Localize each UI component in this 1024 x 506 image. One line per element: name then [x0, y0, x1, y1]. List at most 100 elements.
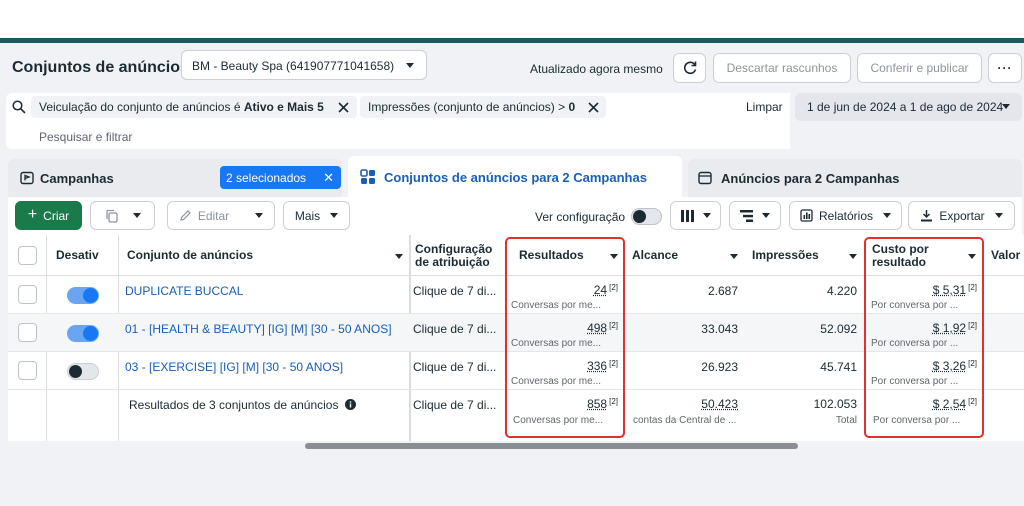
chevron-down-icon — [702, 213, 711, 218]
row-checkbox[interactable] — [18, 285, 37, 304]
summary-attribution: Clique de 7 di... — [413, 398, 497, 412]
more-actions-label: Mais — [294, 208, 321, 223]
impressions-cell: 4.220 — [826, 284, 857, 298]
tab-ads-label: Anúncios para 2 Campanhas — [721, 171, 900, 186]
export-button[interactable]: Exportar — [908, 201, 1015, 230]
impressions-cell: 45.741 — [820, 360, 857, 374]
grid-icon — [360, 169, 375, 184]
reports-button-label: Relatórios — [818, 208, 874, 223]
row-toggle[interactable] — [67, 287, 99, 304]
search-input[interactable]: Pesquisar e filtrar — [39, 130, 132, 144]
discard-drafts-button[interactable]: Descartar rascunhos — [713, 53, 851, 83]
filter-chip-delivery-prefix: Veiculação do conjunto de anúncios é — [39, 100, 244, 114]
chevron-down-icon[interactable] — [730, 254, 738, 259]
filter-chip-impressions[interactable]: Impressões (conjunto de anúncios) > 0 — [360, 96, 606, 118]
edit-button[interactable]: Editar — [167, 201, 275, 230]
columns-icon — [680, 209, 694, 222]
impressions-cell: 52.092 — [820, 322, 857, 336]
close-icon[interactable]: ✕ — [323, 170, 334, 186]
report-icon — [800, 209, 813, 222]
date-range-picker[interactable]: 1 de jun de 2024 a 1 de ago de 2024 — [795, 93, 1022, 121]
info-icon[interactable] — [344, 399, 356, 410]
row-toggle[interactable] — [67, 325, 99, 342]
selected-badge[interactable]: 2 selecionados ✕ — [220, 166, 341, 189]
filter-bar: Veiculação do conjunto de anúncios é Ati… — [6, 93, 790, 149]
close-icon[interactable] — [338, 102, 349, 113]
chevron-down-icon — [330, 213, 339, 218]
row-checkbox[interactable] — [18, 361, 37, 380]
view-config-label: Ver configuração — [535, 210, 626, 224]
plus-icon: + — [27, 205, 38, 223]
tab-adsets-label: Conjuntos de anúncios para 2 Campanhas — [384, 170, 647, 185]
horizontal-scrollbar[interactable] — [305, 443, 798, 449]
view-config-toggle[interactable] — [631, 208, 662, 225]
reach-cell: 26.923 — [701, 360, 738, 374]
date-range-label: 1 de jun de 2024 a 1 de ago de 2024 — [807, 100, 1004, 114]
select-all-checkbox[interactable] — [18, 246, 37, 265]
pencil-icon — [180, 210, 191, 221]
top-strip — [0, 0, 1024, 38]
account-select-label: BM - Beauty Spa (641907771041658) — [192, 59, 395, 73]
chevron-down-icon[interactable] — [395, 254, 403, 259]
attribution-cell: Clique de 7 di... — [413, 322, 497, 336]
toggle-knob — [83, 288, 98, 303]
summary-label: Resultados de 3 conjuntos de anúncios — [129, 398, 356, 412]
chevron-down-icon — [132, 213, 141, 218]
copy-icon — [105, 209, 118, 223]
filter-chip-delivery[interactable]: Veiculação do conjunto de anúncios é Ati… — [31, 96, 357, 118]
summary-reach: 50.423 — [632, 397, 738, 411]
column-header-reach[interactable]: Alcance — [632, 249, 678, 262]
chevron-down-icon — [883, 213, 892, 218]
refresh-button[interactable] — [673, 53, 706, 83]
toggle-knob — [633, 210, 646, 223]
attribution-cell: Clique de 7 di... — [413, 360, 497, 374]
review-publish-button[interactable]: Conferir e publicar — [857, 53, 982, 83]
column-header-impressions[interactable]: Impressões — [752, 249, 819, 262]
column-header-attribution[interactable]: Configuração de atribuição — [415, 243, 505, 269]
column-header-toggle[interactable]: Desativ — [56, 249, 99, 262]
clear-filters-link[interactable]: Limpar — [746, 100, 783, 114]
row-toggle[interactable] — [67, 363, 99, 380]
highlight-box-cost — [864, 237, 984, 438]
breakdown-icon — [740, 209, 753, 222]
summary-impressions: 102.053 — [813, 397, 857, 411]
summary-reach-value: 50.423 — [701, 397, 738, 411]
export-button-label: Exportar — [939, 208, 985, 223]
adset-name-link[interactable]: DUPLICATE BUCCAL — [125, 284, 243, 298]
row-checkbox[interactable] — [18, 323, 37, 342]
tab-ads[interactable]: Anúncios para 2 Campanhas — [688, 159, 1022, 197]
summary-label-text: Resultados de 3 conjuntos de anúncios — [129, 398, 339, 412]
reach-cell: 2.687 — [707, 284, 738, 298]
folder-flag-icon — [20, 171, 34, 185]
tab-campaigns-label: Campanhas — [40, 171, 114, 186]
create-button-label: Criar — [43, 208, 70, 223]
chevron-down-icon — [406, 63, 414, 68]
more-actions-button[interactable]: Mais — [283, 201, 350, 230]
column-header-name[interactable]: Conjunto de anúncios — [127, 249, 253, 262]
chevron-down-icon — [1002, 104, 1010, 109]
page-title: Conjuntos de anúncios — [12, 59, 189, 76]
tab-campaigns[interactable]: Campanhas 2 selecionados ✕ — [8, 159, 342, 197]
chevron-down-icon[interactable] — [849, 254, 857, 259]
account-select[interactable]: BM - Beauty Spa (641907771041658) — [181, 50, 427, 80]
updated-status: Atualizado agora mesmo — [530, 62, 663, 76]
download-icon — [921, 210, 933, 222]
chevron-down-icon — [255, 213, 264, 218]
adset-name-link[interactable]: 01 - [HEALTH & BEAUTY] [IG] [M] [30 - 50… — [125, 322, 392, 336]
more-options-button[interactable]: ··· — [988, 53, 1022, 83]
chevron-down-icon — [762, 213, 770, 218]
breakdown-button[interactable] — [729, 201, 781, 230]
close-icon[interactable] — [588, 102, 599, 113]
tab-adsets[interactable]: Conjuntos de anúncios para 2 Campanhas — [348, 156, 682, 197]
refresh-icon — [683, 61, 696, 75]
column-header-value[interactable]: Valor — [991, 249, 1020, 262]
summary-reach-sub: contas da Central de ... — [633, 415, 737, 426]
columns-button[interactable] — [670, 201, 721, 230]
create-button[interactable]: + Criar — [15, 201, 82, 230]
duplicate-button[interactable] — [90, 201, 155, 230]
adset-name-link[interactable]: 03 - [EXERCISE] [IG] [M] [30 - 50 ANOS] — [125, 360, 343, 374]
filter-chip-delivery-value: Ativo e Mais 5 — [243, 100, 324, 114]
reports-button[interactable]: Relatórios — [789, 201, 902, 230]
toggle-knob — [83, 326, 98, 341]
ad-window-icon — [698, 171, 712, 185]
